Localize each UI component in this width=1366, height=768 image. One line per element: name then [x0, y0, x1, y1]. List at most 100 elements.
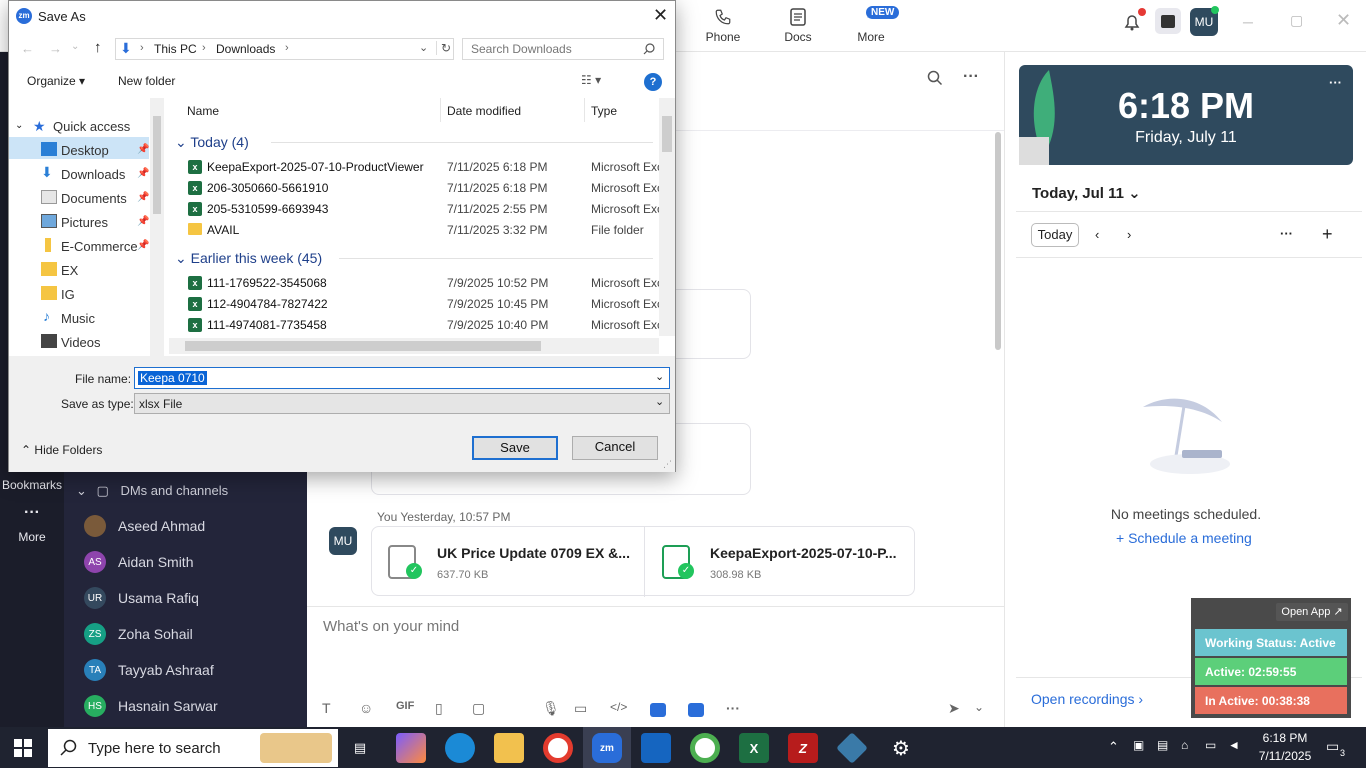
date-header[interactable]: Today, Jul 11 ⌄: [1032, 184, 1141, 202]
tray-pen-icon[interactable]: ⌂: [1181, 738, 1188, 752]
edge-icon[interactable]: [445, 733, 475, 763]
contact-item[interactable]: UR Usama Rafiq: [84, 583, 199, 613]
nav-scrollbar[interactable]: [150, 98, 164, 356]
bell-icon[interactable]: [1122, 8, 1146, 35]
nav-videos[interactable]: Videos: [61, 335, 101, 350]
contact-item[interactable]: TA Tayyab Ashraaf: [84, 655, 214, 685]
tray-overflow-icon[interactable]: ⌃: [1108, 739, 1119, 755]
resize-grip-icon[interactable]: ⋰: [663, 459, 672, 470]
settings-gear-icon[interactable]: ⚙: [886, 733, 916, 763]
send-options-chevron-icon[interactable]: ⌄: [974, 700, 984, 714]
screenshot-icon[interactable]: ▢: [472, 700, 485, 717]
tray-camera-icon[interactable]: ▤: [1157, 738, 1168, 752]
file-name-input[interactable]: Keepa 0710 ⌄: [134, 367, 670, 389]
composer-input[interactable]: What's on your mind: [323, 618, 459, 635]
nav-ig[interactable]: IG: [61, 287, 75, 302]
nav-scroll-thumb[interactable]: [153, 116, 161, 214]
task-view-icon[interactable]: ▤: [345, 733, 375, 763]
tray-meet-icon[interactable]: ▣: [1133, 738, 1144, 752]
clock-more-icon[interactable]: ···: [1329, 75, 1342, 90]
bookmarks-label[interactable]: Bookmarks: [0, 478, 64, 492]
address-bar[interactable]: ⬇ › This PC › Downloads › ⌄ ↻: [115, 38, 454, 60]
chrome-icon[interactable]: [543, 733, 573, 763]
more-rail-icon[interactable]: ···: [0, 504, 64, 522]
file-name[interactable]: UK Price Update 0709 EX &...: [437, 545, 630, 561]
send-icon[interactable]: ➤: [948, 700, 960, 717]
open-recordings-link[interactable]: Open recordings ›: [1031, 691, 1143, 707]
view-options-icon[interactable]: ☷ ▾: [581, 73, 601, 87]
docs-tab[interactable]: Docs: [768, 8, 828, 44]
file-name-dropdown-icon[interactable]: ⌄: [655, 370, 664, 383]
group-today[interactable]: ⌄ Today (4): [175, 134, 249, 151]
column-date[interactable]: Date modified: [447, 104, 521, 118]
refresh-icon[interactable]: ↻: [436, 41, 451, 55]
save-type-select[interactable]: xlsx File ⌄: [134, 393, 670, 414]
file-explorer-icon[interactable]: [494, 733, 524, 763]
microphone-icon[interactable]: 🎙: [542, 700, 560, 717]
expand-chevron-icon[interactable]: ⌄: [15, 120, 23, 131]
chat-scrollbar[interactable]: [995, 132, 1001, 350]
chat-more-icon[interactable]: ···: [963, 68, 979, 86]
code-icon[interactable]: </>: [610, 700, 627, 714]
file-name[interactable]: KeepaExport-2025-07-10-P...: [710, 545, 897, 561]
close-window-icon[interactable]: ✕: [1336, 10, 1351, 31]
contact-item[interactable]: Aseed Ahmad: [84, 511, 205, 541]
horizontal-scroll-thumb[interactable]: [185, 341, 541, 351]
video-icon[interactable]: ▭: [574, 700, 587, 717]
search-icon[interactable]: [927, 70, 943, 89]
nav-desktop[interactable]: Desktop: [61, 143, 109, 158]
nav-music[interactable]: Music: [61, 311, 95, 326]
chrome-profile-icon[interactable]: [690, 733, 720, 763]
notifications-icon[interactable]: ▭: [1326, 738, 1339, 755]
more-rail-label[interactable]: More: [0, 530, 64, 544]
toolbar-more-icon[interactable]: ···: [726, 700, 740, 716]
open-app-button[interactable]: Open App ↗: [1276, 603, 1348, 621]
search-downloads-input[interactable]: Search Downloads: [462, 38, 664, 60]
add-event-icon[interactable]: +: [1322, 224, 1333, 245]
phone-tab[interactable]: Phone: [693, 8, 753, 44]
breadcrumb-downloads[interactable]: Downloads: [216, 42, 275, 56]
up-icon[interactable]: ↑: [94, 39, 102, 56]
address-dropdown-icon[interactable]: ⌄: [419, 41, 428, 54]
network-icon[interactable]: ▭: [1205, 738, 1216, 752]
hide-folders-button[interactable]: ⌃ Hide Folders: [21, 443, 102, 457]
list-vertical-scrollbar[interactable]: [659, 98, 675, 336]
app-icon[interactable]: [650, 703, 666, 717]
column-name[interactable]: Name: [187, 104, 219, 118]
nav-pictures[interactable]: Pictures: [61, 215, 108, 230]
contact-item[interactable]: ZS Zoha Sohail: [84, 619, 193, 649]
today-button[interactable]: Today: [1031, 223, 1079, 247]
nav-ecommerce[interactable]: E-Commerce: [61, 239, 138, 254]
nav-documents[interactable]: Documents: [61, 191, 127, 206]
nav-ex[interactable]: EX: [61, 263, 78, 278]
filezilla-icon[interactable]: Z: [788, 733, 818, 763]
copilot-icon[interactable]: [396, 733, 426, 763]
save-type-dropdown-icon[interactable]: ⌄: [655, 395, 664, 408]
help-icon[interactable]: ?: [644, 73, 662, 91]
schedule-meeting-link[interactable]: + Schedule a meeting: [1116, 530, 1252, 546]
file-icon[interactable]: ▯: [435, 700, 443, 717]
windows-start-icon[interactable]: [14, 739, 32, 760]
zoom-taskbar-icon[interactable]: zm: [592, 733, 622, 763]
save-button[interactable]: Save: [472, 436, 558, 460]
cancel-button[interactable]: Cancel: [572, 436, 658, 460]
file-row[interactable]: [171, 220, 657, 240]
column-type[interactable]: Type: [591, 104, 617, 118]
prev-day-icon[interactable]: ‹: [1095, 227, 1099, 242]
taskbar-date[interactable]: 7/11/2025: [1252, 749, 1318, 763]
maximize-icon[interactable]: ▢: [1290, 12, 1303, 29]
gif-icon[interactable]: GIF: [396, 700, 414, 712]
nav-quick-access[interactable]: Quick access: [53, 119, 130, 134]
minimize-icon[interactable]: ─: [1243, 14, 1253, 30]
recent-chevron-icon[interactable]: ⌄: [71, 41, 79, 52]
forward-icon[interactable]: →: [49, 41, 62, 56]
nav-downloads[interactable]: Downloads: [61, 167, 125, 182]
breadcrumb-this-pc[interactable]: This PC: [154, 42, 197, 56]
dm-section-header[interactable]: ⌄ ▢ DMs and channels: [76, 483, 228, 499]
dialog-close-icon[interactable]: ✕: [653, 5, 668, 26]
contact-item[interactable]: AS Aidan Smith: [84, 547, 193, 577]
contact-item[interactable]: HS Hasnain Sarwar: [84, 691, 218, 721]
calendar-more-icon[interactable]: ···: [1280, 226, 1293, 241]
taskbar-search[interactable]: Type here to search: [48, 729, 338, 767]
back-icon[interactable]: ←: [21, 41, 34, 56]
